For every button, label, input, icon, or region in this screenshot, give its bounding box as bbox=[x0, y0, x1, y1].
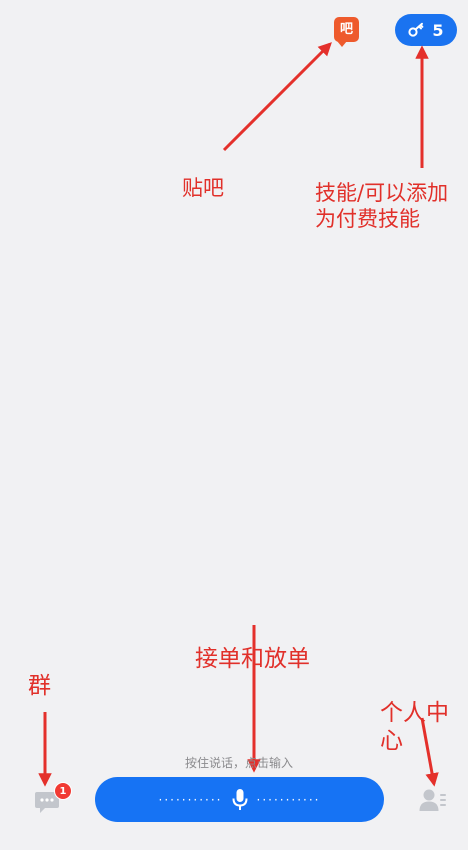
unread-badge: 1 bbox=[54, 782, 72, 800]
annotation-profile: 个人中 心 bbox=[380, 700, 449, 754]
arrow-to-tieba bbox=[222, 42, 332, 152]
waveform-dots-right: ··········· bbox=[256, 792, 321, 807]
annotation-skills: 技能/可以添加 为付费技能 bbox=[315, 181, 449, 231]
waveform-dots-left: ··········· bbox=[158, 792, 223, 807]
annotation-group: 群 bbox=[28, 673, 51, 699]
user-profile-icon[interactable] bbox=[419, 788, 447, 812]
microphone-icon bbox=[232, 788, 247, 810]
annotation-orders: 接单和放单 bbox=[195, 646, 310, 672]
voice-hint: 按住说话，点击输入 bbox=[184, 756, 293, 770]
annotation-tieba: 贴吧 bbox=[182, 176, 224, 200]
voice-input-button[interactable]: ··········· ··········· bbox=[95, 777, 384, 822]
